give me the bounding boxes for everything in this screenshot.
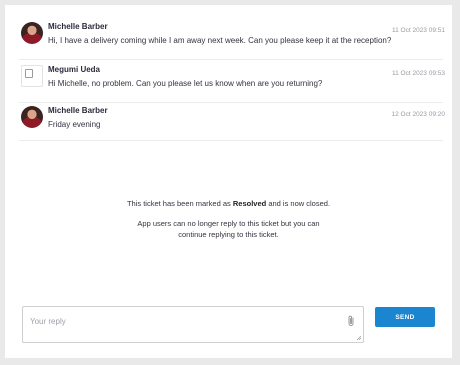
ticket-status: Resolved [232,199,267,208]
message-text: Friday evening [48,120,101,129]
message-item: Michelle Barber 11 Oct 2023 09:51 Hi, I … [19,22,445,60]
message-sender: Michelle Barber [48,106,108,115]
ticket-panel: Michelle Barber 11 Oct 2023 09:51 Hi, I … [5,5,452,358]
reply-textarea[interactable]: Your reply [22,306,364,343]
message-text: Hi Michelle, no problem. Can you please … [48,79,323,88]
broken-image-icon [21,65,43,87]
message-item: Megumi Ueda 11 Oct 2023 09:53 Hi Michell… [19,65,445,103]
message-text: Hi, I have a delivery coming while I am … [48,36,392,45]
paperclip-icon[interactable] [346,315,356,327]
message-timestamp: 11 Oct 2023 09:53 [391,70,445,77]
message-item: Michelle Barber 12 Oct 2023 09:20 Friday… [19,106,446,141]
message-timestamp: 11 Oct 2023 09:51 [391,27,445,34]
message-sender: Megumi Ueda [48,65,101,74]
notice-line: continue replying to this ticket. [178,230,279,239]
reply-placeholder: Your reply [30,317,66,326]
ticket-closed-notice: This ticket has been marked as Resolved … [5,198,452,209]
resize-grip-icon[interactable] [356,335,362,341]
notice-line: App users can no longer reply to this ti… [137,219,320,228]
message-timestamp: 12 Oct 2023 09:20 [391,111,446,118]
message-sender: Michelle Barber [48,22,108,31]
send-button[interactable]: SEND [375,307,435,327]
notice-prefix: This ticket has been marked as [126,199,231,208]
avatar [21,22,43,44]
notice-suffix: and is now closed. [268,199,331,208]
avatar [21,106,43,128]
